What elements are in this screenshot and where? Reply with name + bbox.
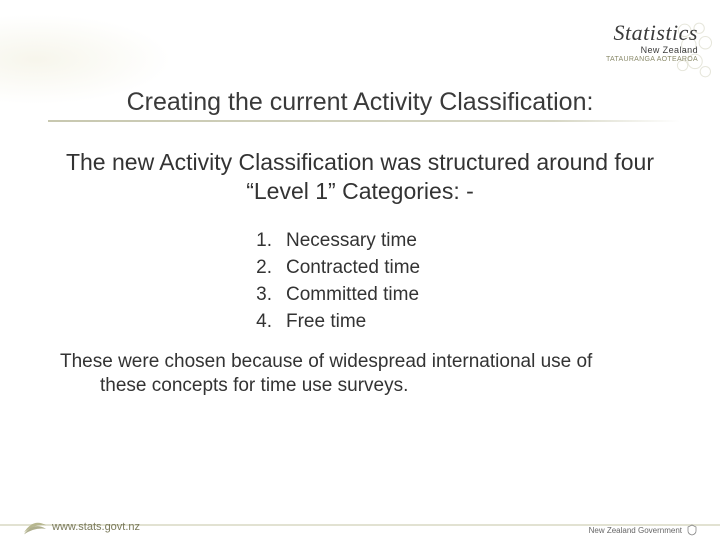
list-item: 4. Free time [256, 309, 420, 336]
brand-sub: New Zealand [606, 46, 698, 55]
list-text: Committed time [286, 282, 419, 309]
closing-line-2: these concepts for time use surveys. [60, 374, 670, 398]
slide: Statistics New Zealand TATAURANGA AOTEAR… [0, 0, 720, 540]
list-text: Free time [286, 309, 366, 336]
footer-url: www.stats.govt.nz [52, 521, 140, 533]
closing-text: These were chosen because of widespread … [60, 350, 670, 399]
intro-text: The new Activity Classification was stru… [60, 148, 660, 206]
brand-maori: TATAURANGA AOTEAROA [606, 56, 698, 63]
closing-line-1: These were chosen because of widespread … [60, 350, 670, 374]
brand-name: Statistics [606, 22, 698, 44]
list-item: 2. Contracted time [256, 255, 420, 282]
footer-right: New Zealand Government [589, 524, 698, 536]
list-item: 3. Committed time [256, 282, 420, 309]
list-number: 4. [256, 309, 286, 336]
slide-title: Creating the current Activity Classifica… [0, 88, 720, 117]
list-number: 2. [256, 255, 286, 282]
list-item: 1. Necessary time [256, 228, 420, 255]
list-text: Necessary time [286, 228, 417, 255]
footer-left: www.stats.govt.nz [24, 519, 140, 535]
govt-label: New Zealand Government [589, 526, 682, 535]
swoosh-icon [24, 519, 46, 535]
title-underline [48, 120, 680, 122]
brand-logo: Statistics New Zealand TATAURANGA AOTEAR… [606, 22, 698, 63]
list-number: 3. [256, 282, 286, 309]
list-number: 1. [256, 228, 286, 255]
crest-icon [686, 524, 698, 536]
category-list: 1. Necessary time 2. Contracted time 3. … [256, 228, 420, 336]
list-text: Contracted time [286, 255, 420, 282]
